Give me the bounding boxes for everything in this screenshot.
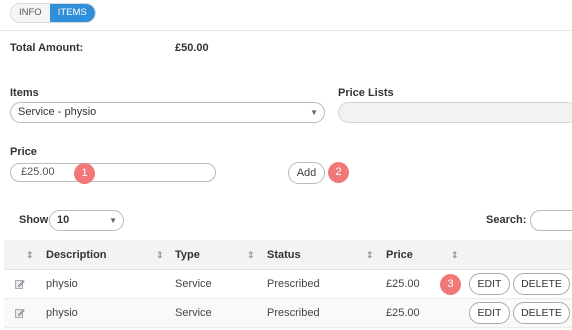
tab-bar: INFO ITEMS bbox=[10, 3, 96, 23]
edit-button[interactable]: EDIT bbox=[469, 302, 510, 324]
cell-price: £25.00 bbox=[386, 278, 420, 290]
price-lists-select[interactable] bbox=[338, 102, 572, 123]
search-label: Search: bbox=[486, 214, 527, 226]
cell-status: Prescribed bbox=[267, 278, 320, 290]
tab-info[interactable]: INFO bbox=[11, 4, 50, 22]
price-input[interactable]: £25.00 bbox=[10, 163, 216, 182]
table-row: physio Service Prescribed £25.00 3 EDIT … bbox=[4, 270, 572, 299]
cell-description: physio bbox=[46, 307, 78, 319]
total-amount-value: £50.00 bbox=[175, 42, 209, 54]
cell-status: Prescribed bbox=[267, 307, 320, 319]
annotation-badge-2: 2 bbox=[328, 162, 349, 183]
total-amount-label: Total Amount: bbox=[10, 42, 84, 54]
items-label: Items bbox=[10, 87, 39, 99]
add-button[interactable]: Add bbox=[288, 162, 325, 184]
price-label: Price bbox=[10, 146, 37, 158]
cell-description: physio bbox=[46, 278, 78, 290]
chevron-down-icon: ▼ bbox=[310, 108, 318, 117]
price-lists-label: Price Lists bbox=[338, 87, 394, 99]
cell-type: Service bbox=[175, 307, 212, 319]
column-header-description[interactable]: Description bbox=[46, 240, 107, 270]
column-header-status[interactable]: Status bbox=[267, 240, 301, 270]
page-size-select[interactable]: 10 ▼ bbox=[49, 210, 124, 231]
edit-button[interactable]: EDIT bbox=[469, 273, 510, 295]
page-size-value: 10 bbox=[57, 214, 70, 226]
sort-icon[interactable]: ⇕ bbox=[247, 240, 255, 270]
cell-type: Service bbox=[175, 278, 212, 290]
column-header-price[interactable]: Price bbox=[386, 240, 413, 270]
chevron-down-icon: ▼ bbox=[109, 216, 117, 225]
tab-items[interactable]: ITEMS bbox=[49, 4, 95, 22]
search-input[interactable] bbox=[530, 210, 572, 231]
pencil-icon[interactable] bbox=[15, 308, 25, 318]
annotation-badge-1: 1 bbox=[74, 163, 95, 184]
sort-icon[interactable]: ⇕ bbox=[366, 240, 374, 270]
tab-divider bbox=[0, 30, 572, 31]
delete-button[interactable]: DELETE bbox=[513, 273, 570, 295]
annotation-badge-3: 3 bbox=[440, 274, 461, 295]
table-row: physio Service Prescribed £25.00 EDIT DE… bbox=[4, 299, 572, 328]
show-label: Show bbox=[19, 214, 49, 226]
sort-icon[interactable]: ⇕ bbox=[451, 240, 459, 270]
column-header-type[interactable]: Type bbox=[175, 240, 200, 270]
cell-price: £25.00 bbox=[386, 307, 420, 319]
sort-icon[interactable]: ⇕ bbox=[26, 240, 34, 270]
pencil-icon[interactable] bbox=[15, 279, 25, 289]
delete-button[interactable]: DELETE bbox=[513, 302, 570, 324]
sort-icon[interactable]: ⇕ bbox=[156, 240, 164, 270]
items-select[interactable]: Service - physio ▼ bbox=[10, 102, 325, 123]
items-select-value: Service - physio bbox=[18, 106, 97, 118]
table-header: ⇕ Description ⇕ Type ⇕ Status ⇕ Price ⇕ bbox=[4, 240, 572, 270]
